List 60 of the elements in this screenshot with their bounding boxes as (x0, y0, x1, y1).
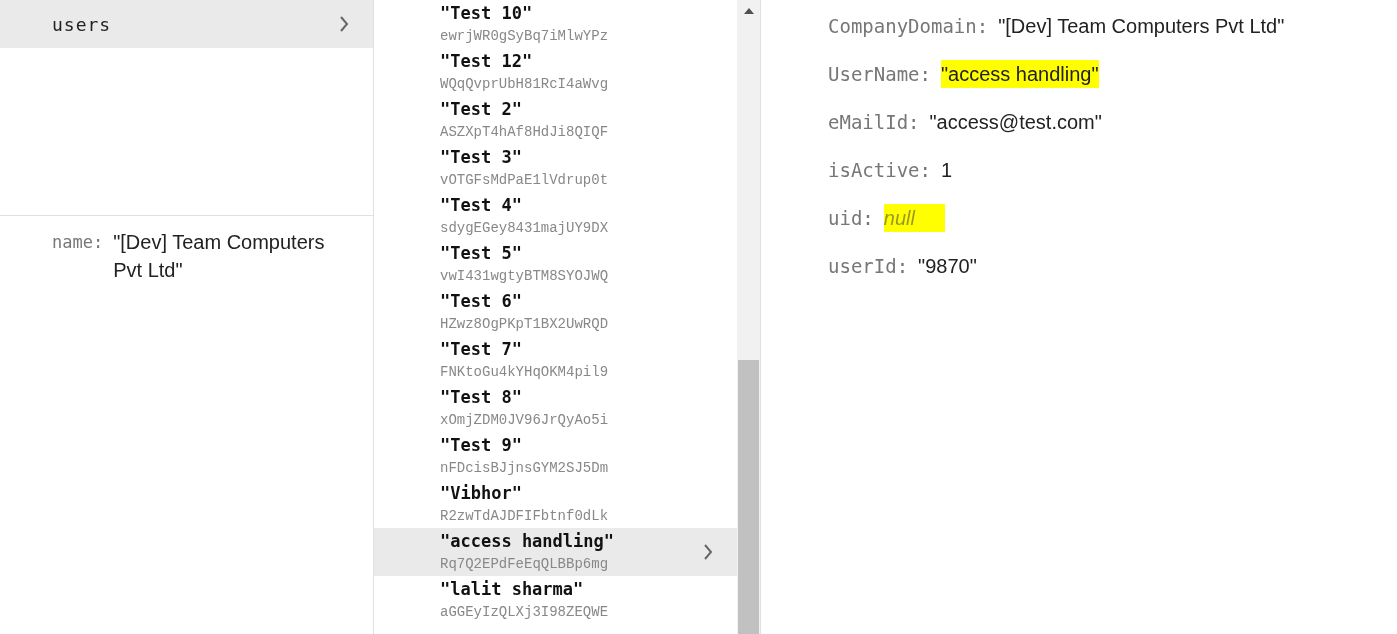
document-item[interactable]: "Test 2" ASZXpT4hAf8HdJi8QIQF (374, 96, 737, 144)
document-item[interactable]: "Vibhor" R2zwTdAJDFIFbtnf0dLk (374, 480, 737, 528)
document-title: "Test 10" (440, 2, 534, 25)
field-value: "access@test.com" (929, 110, 1102, 135)
field-value: 1 (940, 158, 953, 183)
chevron-right-icon (703, 544, 713, 560)
document-id: sdygEGey8431majUY9DX (440, 219, 609, 238)
document-id: vwI431wgtyBTM8SYOJWQ (440, 267, 609, 286)
document-title: "Test 12" (440, 50, 534, 73)
document-item[interactable]: "Test 3" vOTGFsMdPaE1lVdrup0t (374, 144, 737, 192)
document-title: "Test 5" (440, 242, 523, 265)
document-item[interactable]: "Test 5" vwI431wgtyBTM8SYOJWQ (374, 240, 737, 288)
document-title: "Test 6" (440, 290, 523, 313)
field-value: "9870" (918, 254, 977, 279)
document-item[interactable]: "Test 4" sdygEGey8431majUY9DX (374, 192, 737, 240)
document-item[interactable]: "Test 9" nFDcisBJjnsGYM2SJ5Dm (374, 432, 737, 480)
document-id: aGGEyIzQLXj3I98ZEQWE (440, 603, 609, 622)
document-id: xOmjZDM0JV96JrQyAo5i (440, 411, 609, 430)
scrollbar[interactable] (737, 0, 760, 634)
document-title: "Test 3" (440, 146, 523, 169)
field-value: "[Dev] Team Computers Pvt Ltd" (113, 230, 326, 283)
document-id: Rq7Q2EPdFeEqQLBBp6mg (440, 555, 610, 574)
scroll-up-arrow-icon[interactable] (743, 8, 754, 14)
document-id: ASZXpT4hAf8HdJi8QIQF (440, 123, 609, 142)
document-id: ewrjWR0gSyBq7iMlwYPz (440, 27, 609, 46)
collection-item[interactable]: users (0, 0, 373, 48)
document-item[interactable]: "Test 12" WQqQvprUbH81RcI4aWvg (374, 48, 737, 96)
field-key: userId: (828, 252, 909, 280)
document-title: "Test 8" (440, 386, 523, 409)
document-item[interactable]: "Test 6" HZwz8OgPKpT1BX2UwRQD (374, 288, 737, 336)
scrollbar-thumb[interactable] (738, 360, 759, 634)
field-value: "[Dev] Team Computers Pvt Ltd" (998, 14, 1285, 39)
document-id: nFDcisBJjnsGYM2SJ5Dm (440, 459, 609, 478)
document-item[interactable]: "access handling" Rq7Q2EPdFeEqQLBBp6mg (374, 528, 737, 576)
highlighted-field-value: null (883, 204, 945, 232)
collection-name: users (52, 13, 112, 35)
chevron-right-icon (339, 16, 349, 32)
document-item[interactable]: "Test 10" ewrjWR0gSyBq7iMlwYPz (374, 0, 737, 48)
field-key: eMailId: (828, 108, 920, 136)
document-item[interactable]: "Test 8" xOmjZDM0JV96JrQyAo5i (374, 384, 737, 432)
document-title: "Vibhor" (440, 482, 523, 505)
document-title: "Test 2" (440, 98, 523, 121)
document-id: vOTGFsMdPaE1lVdrup0t (440, 171, 609, 190)
document-item[interactable]: "lalit sharma" aGGEyIzQLXj3I98ZEQWE (374, 576, 737, 624)
document-title: "Test 4" (440, 194, 523, 217)
document-id: FNKtoGu4kYHqOKM4pil9 (440, 363, 609, 382)
field-key: name: (52, 228, 104, 284)
document-title: "Test 9" (440, 434, 523, 457)
field-key: uid: (828, 204, 874, 232)
highlighted-field-value: "access handling" (940, 60, 1099, 88)
field-key: isActive: (828, 156, 931, 184)
document-title: "Test 7" (440, 338, 523, 361)
document-item[interactable]: "Test 7" FNKtoGu4kYHqOKM4pil9 (374, 336, 737, 384)
document-id: R2zwTdAJDFIFbtnf0dLk (440, 507, 609, 526)
document-id: HZwz8OgPKpT1BX2UwRQD (440, 315, 609, 334)
document-title: "lalit sharma" (440, 578, 585, 601)
document-title: "access handling" (440, 530, 614, 553)
document-id: WQqQvprUbH81RcI4aWvg (440, 75, 609, 94)
field-key: UserName: (828, 60, 931, 88)
field-key: CompanyDomain: (828, 12, 989, 40)
